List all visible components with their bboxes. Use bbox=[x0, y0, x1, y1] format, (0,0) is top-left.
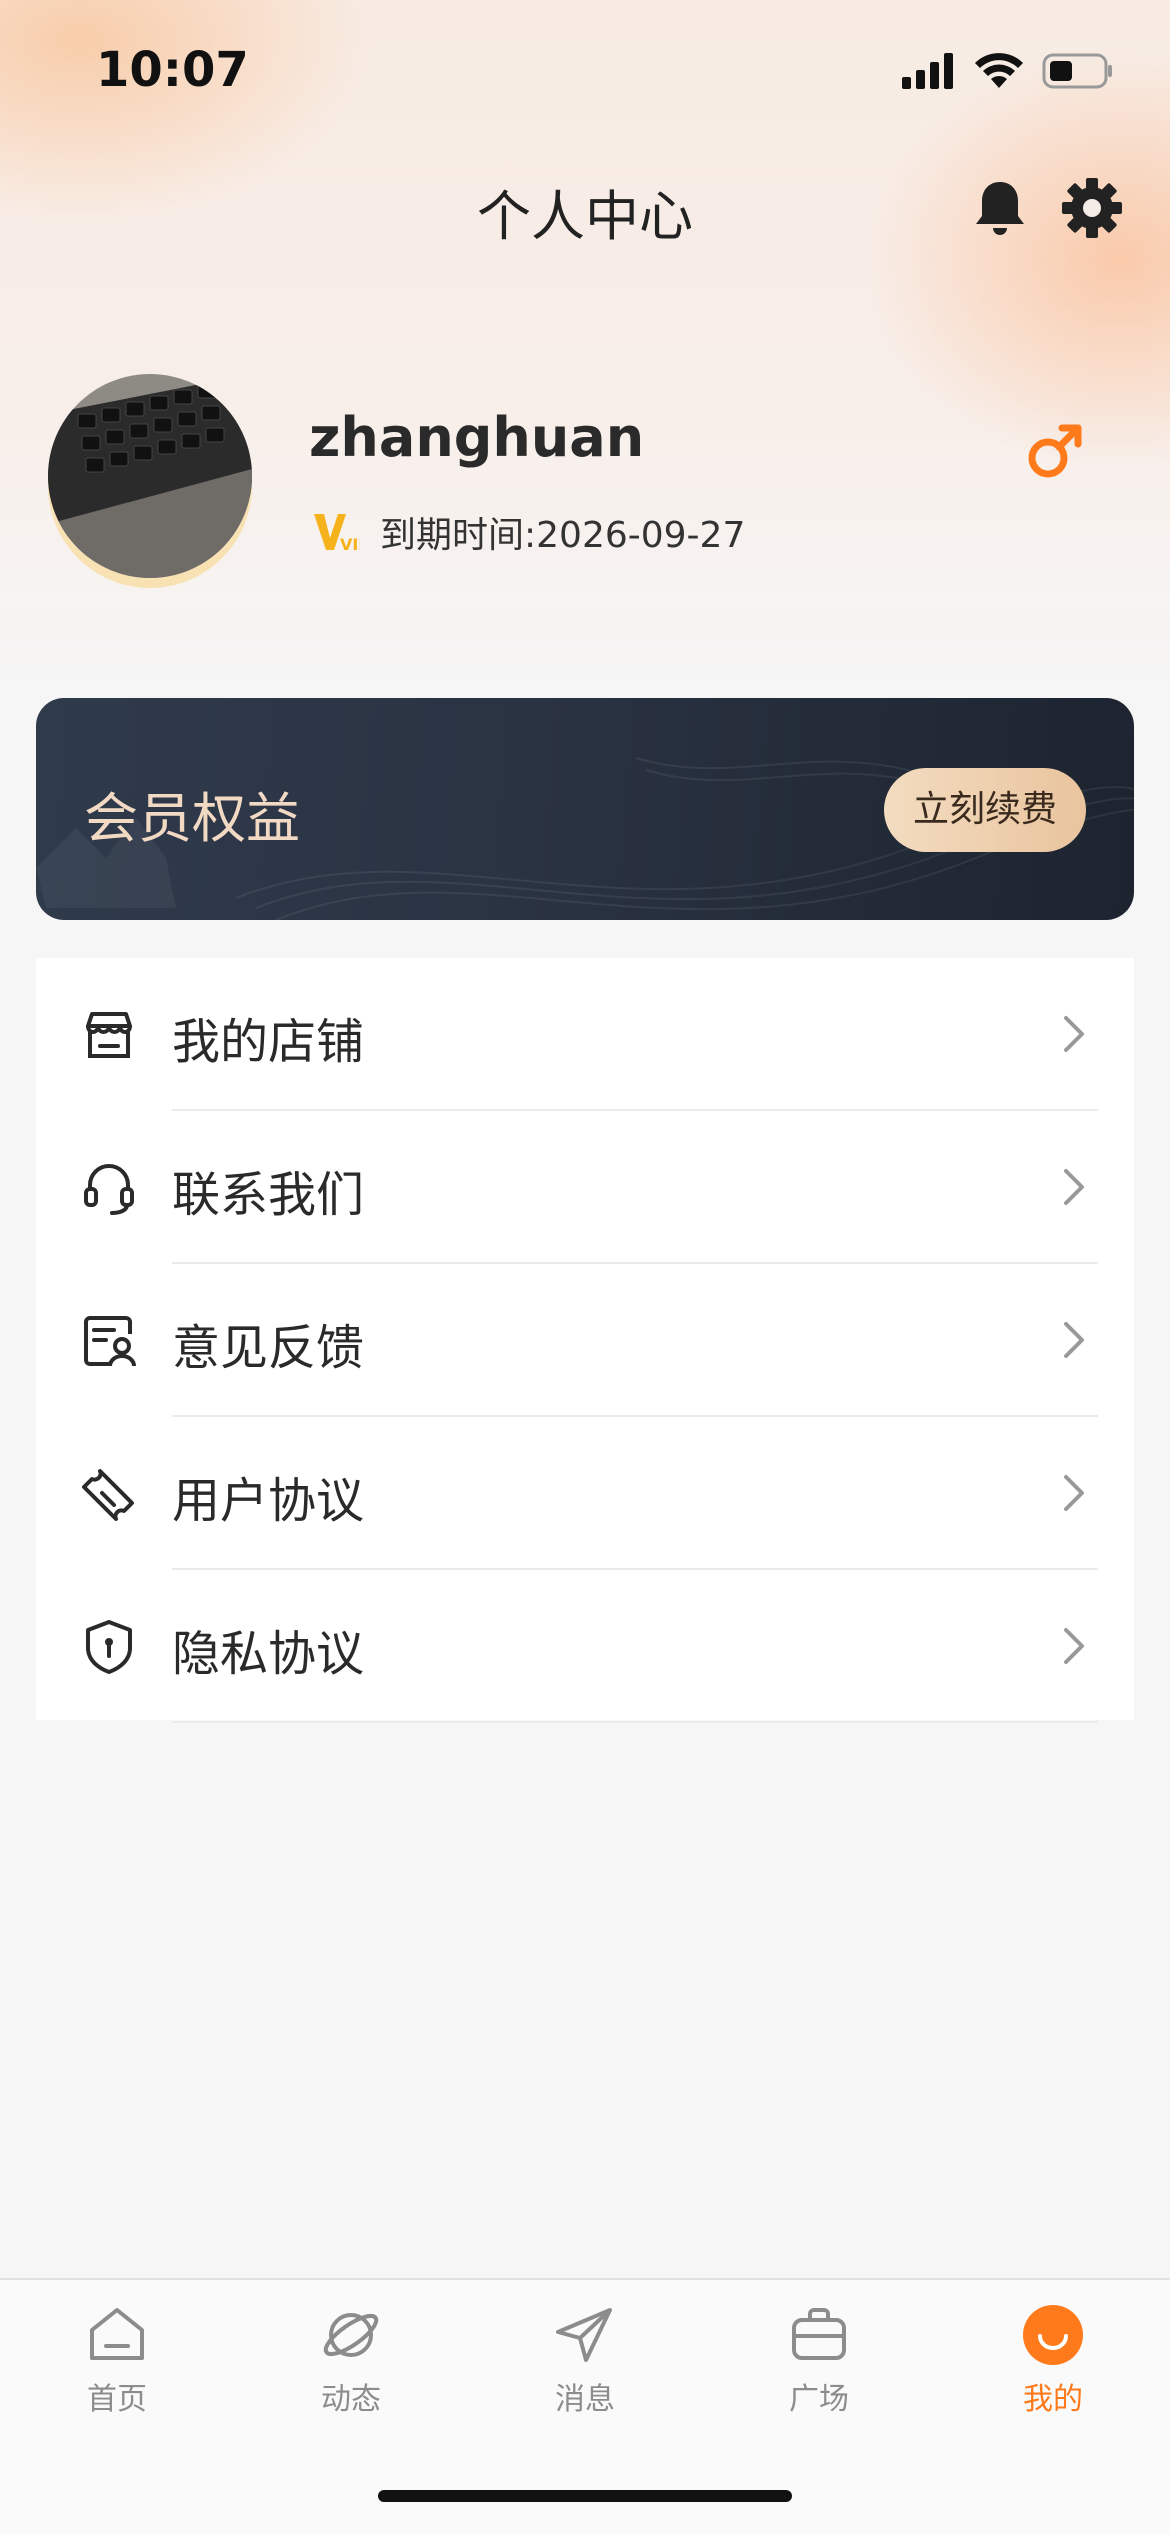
smile-icon bbox=[1023, 2305, 1083, 2365]
headset-icon bbox=[84, 1164, 134, 1215]
chevron-right-icon bbox=[1064, 1169, 1084, 1205]
signal-icon bbox=[902, 53, 953, 89]
divider bbox=[172, 1721, 1098, 1723]
planet-icon bbox=[323, 2313, 379, 2357]
vip-badge-text: VIP bbox=[340, 535, 360, 554]
member-card[interactable]: 会员权益 立刻续费 bbox=[36, 698, 1134, 920]
chevron-right-icon bbox=[1064, 1628, 1084, 1664]
tab-mine[interactable]: 我的 bbox=[968, 2302, 1138, 2432]
tab-label: 我的 bbox=[1023, 2382, 1083, 2417]
chevron-right-icon bbox=[1064, 1322, 1084, 1358]
store-icon bbox=[86, 1012, 132, 1058]
home-icon bbox=[90, 2308, 144, 2360]
tab-messages[interactable]: 消息 bbox=[500, 2302, 670, 2432]
send-icon bbox=[556, 2308, 612, 2362]
menu-item-feedback[interactable]: 意见反馈 bbox=[36, 1264, 1134, 1417]
menu-item-label: 隐私协议 bbox=[172, 1626, 365, 1682]
briefcase-icon bbox=[792, 2308, 846, 2360]
renew-button[interactable]: 立刻续费 bbox=[884, 768, 1086, 852]
menu-item-label: 联系我们 bbox=[172, 1167, 365, 1223]
menu-item-privacy-policy[interactable]: 隐私协议 bbox=[36, 1570, 1134, 1723]
menu-item-label: 意见反馈 bbox=[172, 1320, 365, 1376]
home-indicator bbox=[378, 2490, 792, 2502]
avatar-image bbox=[48, 374, 252, 578]
menu-item-contact-us[interactable]: 联系我们 bbox=[36, 1111, 1134, 1264]
tab-square[interactable]: 广场 bbox=[734, 2302, 904, 2432]
vip-row: VIP 到期时间:2026-09-27 bbox=[312, 506, 745, 558]
menu-item-label: 我的店铺 bbox=[172, 1014, 365, 1070]
battery-icon bbox=[1042, 53, 1112, 89]
ticket-icon bbox=[82, 1469, 134, 1521]
tab-home[interactable]: 首页 bbox=[32, 2302, 202, 2432]
chevron-right-icon bbox=[1064, 1475, 1084, 1511]
menu-list: 我的店铺 联系我们 意见反馈 用户协议 隐私协议 bbox=[36, 958, 1134, 1723]
status-icons bbox=[902, 52, 1114, 90]
username: zhanghuan bbox=[309, 406, 645, 469]
feedback-icon bbox=[84, 1316, 136, 1367]
tab-activity[interactable]: 动态 bbox=[266, 2302, 436, 2432]
menu-item-label: 用户协议 bbox=[172, 1473, 365, 1529]
wifi-icon bbox=[975, 53, 1023, 88]
status-time: 10:07 bbox=[96, 42, 249, 98]
bell-icon[interactable] bbox=[968, 176, 1032, 240]
chevron-right-icon bbox=[1064, 1016, 1084, 1052]
gear-icon[interactable] bbox=[1060, 176, 1124, 240]
male-icon bbox=[1028, 424, 1082, 478]
member-benefits-title: 会员权益 bbox=[84, 787, 300, 850]
tab-label: 广场 bbox=[789, 2382, 849, 2417]
tab-label: 首页 bbox=[87, 2382, 147, 2417]
expire-date: 到期时间:2026-09-27 bbox=[380, 515, 746, 556]
tab-label: 动态 bbox=[321, 2382, 381, 2417]
menu-item-my-store[interactable]: 我的店铺 bbox=[36, 958, 1134, 1111]
vip-badge-icon: VIP bbox=[314, 514, 360, 554]
status-bar: 10:07 bbox=[0, 0, 1170, 150]
tab-label: 消息 bbox=[555, 2382, 615, 2417]
avatar[interactable] bbox=[48, 374, 252, 578]
shield-icon bbox=[86, 1620, 132, 1674]
menu-item-user-agreement[interactable]: 用户协议 bbox=[36, 1417, 1134, 1570]
